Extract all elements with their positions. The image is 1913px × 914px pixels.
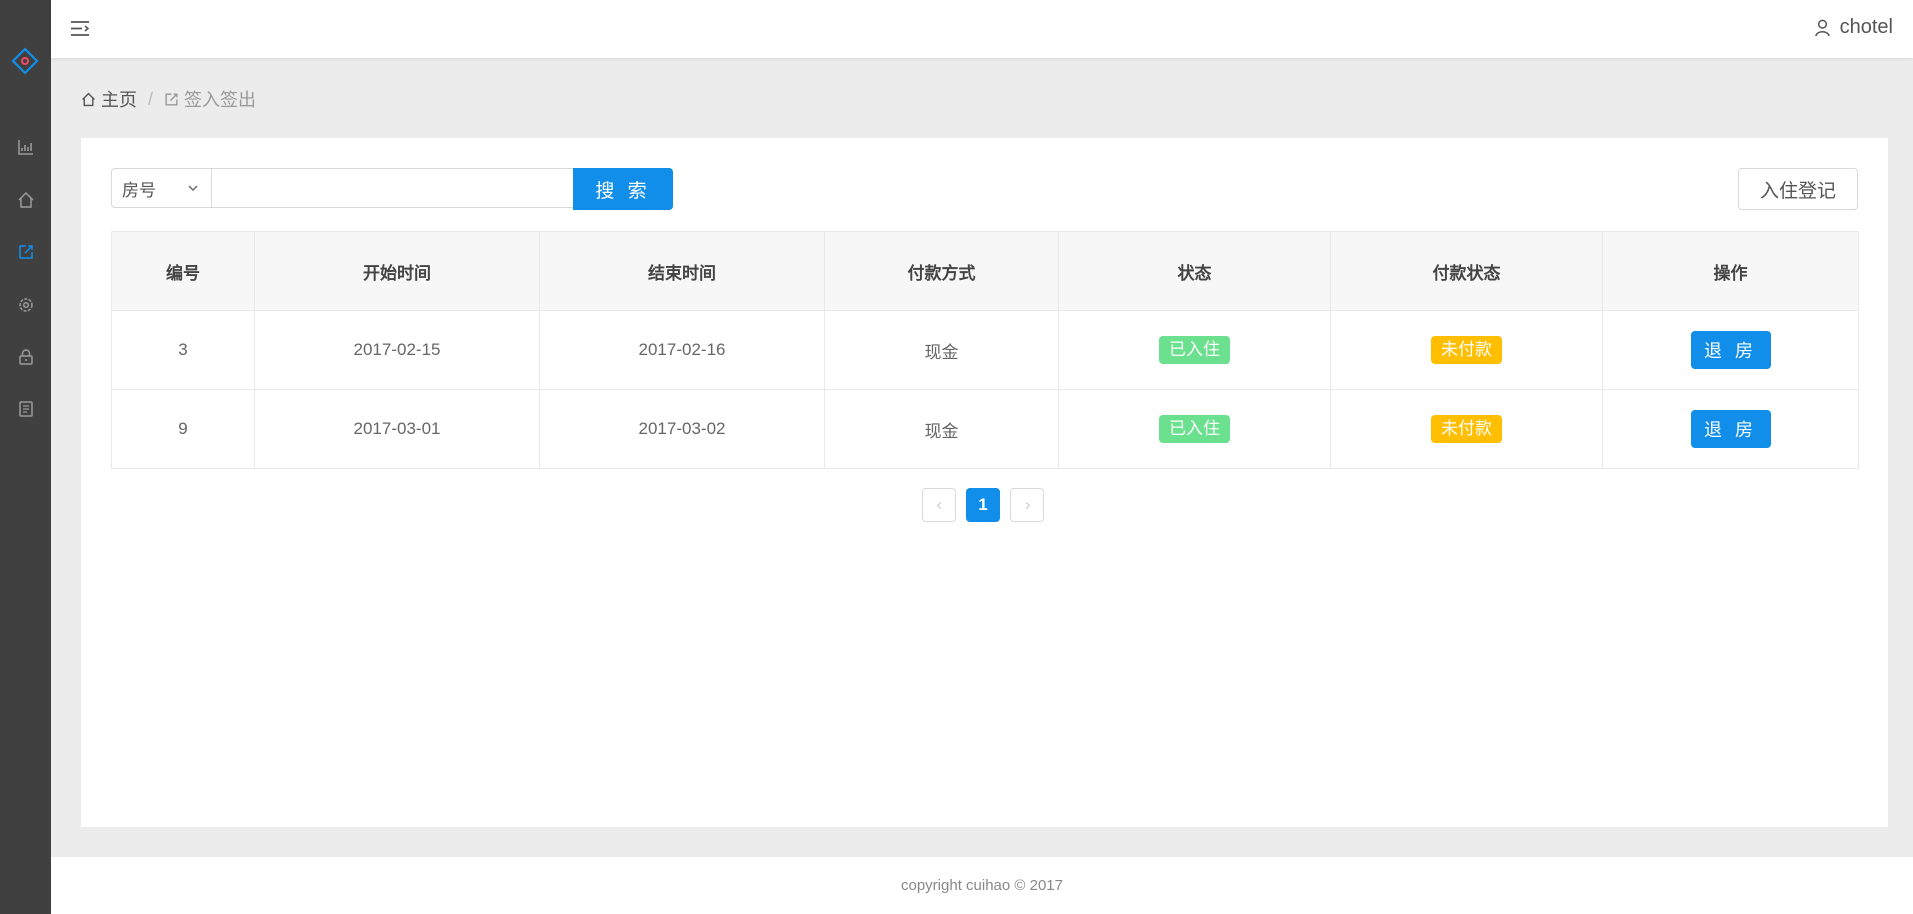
- cell-end: 2017-02-16: [539, 310, 825, 390]
- signin-icon: [18, 245, 33, 259]
- home-icon: [82, 92, 95, 106]
- pagination: 1: [922, 488, 1044, 522]
- logo-icon[interactable]: [11, 47, 39, 75]
- breadcrumb-separator: /: [148, 88, 154, 109]
- user-menu[interactable]: chotel: [1813, 16, 1893, 39]
- sidebar-item-settings[interactable]: [0, 285, 51, 325]
- checkin-register-button[interactable]: 入住登记: [1738, 168, 1858, 210]
- pagination-prev-button[interactable]: [922, 488, 956, 522]
- status-badge: 已入住: [1159, 336, 1230, 364]
- cell-payment-method: 现金: [824, 310, 1059, 390]
- column-header-status[interactable]: 状态: [1058, 231, 1331, 311]
- sidebar: [0, 0, 51, 914]
- breadcrumb-current-label: 签入签出: [184, 90, 257, 110]
- breadcrumb-home[interactable]: 主页: [81, 86, 137, 112]
- sidebar-item-home[interactable]: [0, 180, 51, 220]
- cell-payment-method: 现金: [824, 389, 1059, 469]
- gear-icon: [18, 298, 33, 312]
- chevron-right-icon: [1025, 501, 1030, 509]
- footer: copyright cuihao © 2017: [51, 857, 1913, 914]
- cell-id: 9: [111, 389, 255, 469]
- menu-toggle-icon[interactable]: [69, 17, 93, 41]
- search-field-select[interactable]: 房号: [111, 168, 212, 208]
- checkout-button[interactable]: 退 房: [1690, 331, 1771, 369]
- username: chotel: [1839, 16, 1893, 38]
- payment-status-badge: 未付款: [1431, 415, 1502, 443]
- breadcrumb-current: 签入签出: [164, 86, 256, 112]
- chevron-left-icon: [936, 501, 941, 509]
- lock-icon: [18, 349, 33, 365]
- breadcrumb: 主页 / 签入签出: [81, 86, 256, 112]
- home-icon: [17, 191, 34, 208]
- cell-status: 已入住: [1058, 310, 1331, 390]
- payment-status-badge: 未付款: [1431, 336, 1502, 364]
- pagination-next-button[interactable]: [1010, 488, 1044, 522]
- records-table: 编号 开始时间 结束时间 付款方式 状态 付款状态 操作 3 2017-02-1…: [111, 231, 1859, 469]
- cell-payment-status: 未付款: [1330, 310, 1603, 390]
- column-header-actions: 操作: [1602, 231, 1859, 311]
- search-field-value: 房号: [122, 180, 156, 200]
- column-header-payment-method[interactable]: 付款方式: [824, 231, 1059, 311]
- column-header-end[interactable]: 结束时间: [539, 231, 825, 311]
- cell-end: 2017-03-02: [539, 389, 825, 469]
- chevron-down-icon: [188, 185, 198, 191]
- checkout-button[interactable]: 退 房: [1690, 410, 1771, 448]
- cell-start: 2017-03-01: [254, 389, 540, 469]
- report-icon: [18, 401, 33, 417]
- cell-start: 2017-02-15: [254, 310, 540, 390]
- table-row: 9 2017-03-01 2017-03-02 现金 已入住 未付款 退 房: [111, 389, 1859, 469]
- search-input[interactable]: [211, 168, 574, 208]
- chart-icon: [17, 140, 33, 155]
- cell-id: 3: [111, 310, 255, 390]
- column-header-start[interactable]: 开始时间: [254, 231, 540, 311]
- column-header-id[interactable]: 编号: [111, 231, 255, 311]
- signin-icon: [165, 92, 178, 106]
- status-badge: 已入住: [1159, 415, 1230, 443]
- column-header-payment-status[interactable]: 付款状态: [1330, 231, 1603, 311]
- table-header-row: 编号 开始时间 结束时间 付款方式 状态 付款状态 操作: [111, 231, 1859, 311]
- table-row: 3 2017-02-15 2017-02-16 现金 已入住 未付款 退 房: [111, 310, 1859, 390]
- sidebar-item-dashboard[interactable]: [0, 127, 51, 167]
- cell-actions: 退 房: [1602, 310, 1859, 390]
- breadcrumb-home-label: 主页: [101, 90, 137, 110]
- sidebar-item-checkin[interactable]: [0, 232, 51, 272]
- cell-actions: 退 房: [1602, 389, 1859, 469]
- cell-status: 已入住: [1058, 389, 1331, 469]
- cell-payment-status: 未付款: [1330, 389, 1603, 469]
- top-bar: chotel: [51, 0, 1913, 58]
- sidebar-item-security[interactable]: [0, 337, 51, 377]
- content-card: 房号 搜 索 入住登记 编号 开始时间 结束时间 付款方式 状态 付款状态 操作…: [81, 138, 1888, 827]
- sidebar-item-reports[interactable]: [0, 389, 51, 429]
- search-button[interactable]: 搜 索: [573, 168, 673, 210]
- pagination-page-1[interactable]: 1: [966, 488, 1000, 522]
- user-icon: [1814, 19, 1830, 37]
